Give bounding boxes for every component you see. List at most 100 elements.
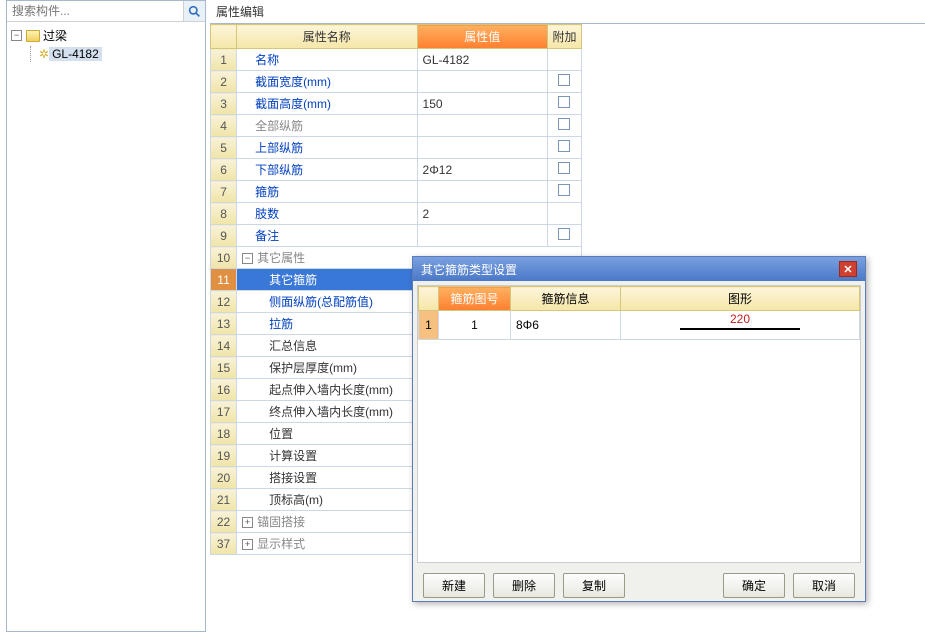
property-name-cell[interactable]: 截面宽度(mm) <box>237 71 417 93</box>
rownum-cell: 1 <box>211 49 237 71</box>
property-row[interactable]: 4全部纵筋 <box>211 115 582 137</box>
property-name-cell[interactable]: 位置 <box>237 423 417 445</box>
collapse-icon[interactable]: − <box>242 253 253 264</box>
property-extra-cell[interactable] <box>547 93 581 115</box>
property-name-label: 上部纵筋 <box>255 141 303 155</box>
property-name-cell[interactable]: 备注 <box>237 225 417 247</box>
gear-icon: ✲ <box>39 47 49 61</box>
property-row[interactable]: 7箍筋 <box>211 181 582 203</box>
property-extra-cell[interactable] <box>547 181 581 203</box>
stirrup-shape[interactable]: 220 <box>621 311 860 340</box>
cancel-button[interactable]: 取消 <box>793 573 855 598</box>
checkbox[interactable] <box>558 118 570 130</box>
expand-icon[interactable]: + <box>242 539 253 550</box>
property-extra-cell[interactable] <box>547 225 581 247</box>
property-row[interactable]: 9备注 <box>211 225 582 247</box>
checkbox[interactable] <box>558 162 570 174</box>
property-name-cell[interactable]: 肢数 <box>237 203 417 225</box>
property-extra-cell[interactable] <box>547 115 581 137</box>
property-name-cell[interactable]: 拉筋 <box>237 313 417 335</box>
property-value-cell[interactable]: 2Φ12 <box>417 159 547 181</box>
property-name-label: 终点伸入墙内长度(mm) <box>269 405 393 419</box>
property-name-cell[interactable]: 名称 <box>237 49 417 71</box>
property-row[interactable]: 1 名称 GL-4182 <box>211 49 582 71</box>
property-value-cell[interactable] <box>417 181 547 203</box>
property-extra-cell[interactable] <box>547 159 581 181</box>
property-value-cell[interactable]: GL-4182 <box>417 49 547 71</box>
property-name-cell[interactable]: 保护层厚度(mm) <box>237 357 417 379</box>
collapse-icon[interactable]: − <box>11 30 22 41</box>
checkbox[interactable] <box>558 74 570 86</box>
property-name-label: 截面宽度(mm) <box>255 75 331 89</box>
property-name-cell[interactable]: 侧面纵筋(总配筋值) <box>237 291 417 313</box>
property-value-cell[interactable]: 2 <box>417 203 547 225</box>
close-icon[interactable]: ✕ <box>839 261 857 277</box>
property-row[interactable]: 8肢数2 <box>211 203 582 225</box>
property-row[interactable]: 3截面高度(mm)150 <box>211 93 582 115</box>
property-row[interactable]: 6下部纵筋2Φ12 <box>211 159 582 181</box>
rownum-cell: 19 <box>211 445 237 467</box>
tree-root[interactable]: − 过梁 <box>11 26 201 45</box>
property-name-label: 截面高度(mm) <box>255 97 331 111</box>
shape-label: 220 <box>626 312 854 326</box>
property-row[interactable]: 5上部纵筋 <box>211 137 582 159</box>
checkbox[interactable] <box>558 96 570 108</box>
new-button[interactable]: 新建 <box>423 573 485 598</box>
property-extra-cell[interactable] <box>547 71 581 93</box>
property-value-cell[interactable] <box>417 137 547 159</box>
dialog-titlebar[interactable]: 其它箍筋类型设置 ✕ <box>413 257 865 281</box>
property-name-cell[interactable]: 计算设置 <box>237 445 417 467</box>
property-name-label: 锚固搭接 <box>257 515 305 529</box>
ok-button[interactable]: 确定 <box>723 573 785 598</box>
property-value-cell[interactable] <box>417 71 547 93</box>
checkbox[interactable] <box>558 140 570 152</box>
property-name-cell[interactable]: 顶标高(m) <box>237 489 417 511</box>
property-name-cell[interactable]: 上部纵筋 <box>237 137 417 159</box>
header-name: 属性名称 <box>237 25 417 49</box>
dialog-button-bar: 新建 删除 复制 确定 取消 <box>413 567 865 604</box>
header-rownum <box>211 25 237 49</box>
property-name-label: 名称 <box>255 53 279 67</box>
property-name-cell[interactable]: 起点伸入墙内长度(mm) <box>237 379 417 401</box>
property-extra-cell[interactable] <box>547 203 581 225</box>
dialog-header-num[interactable]: 箍筋图号 <box>439 287 511 311</box>
checkbox[interactable] <box>558 184 570 196</box>
search-input[interactable] <box>7 1 183 21</box>
stirrup-table: 箍筋图号 箍筋信息 图形 1 1 8Φ6 220 <box>418 286 860 340</box>
property-value-cell[interactable]: 150 <box>417 93 547 115</box>
property-name-label: 起点伸入墙内长度(mm) <box>269 383 393 397</box>
property-name-cell[interactable]: 全部纵筋 <box>237 115 417 137</box>
property-row[interactable]: 2 截面宽度(mm) <box>211 71 582 93</box>
property-name-cell[interactable]: 搭接设置 <box>237 467 417 489</box>
checkbox[interactable] <box>558 228 570 240</box>
property-name-cell[interactable]: 汇总信息 <box>237 335 417 357</box>
dialog-header-info[interactable]: 箍筋信息 <box>511 287 621 311</box>
folder-icon <box>26 30 40 42</box>
tree-item[interactable]: ✲ GL-4182 <box>11 45 201 63</box>
stirrup-row[interactable]: 1 1 8Φ6 220 <box>419 311 860 340</box>
property-value-cell[interactable] <box>417 115 547 137</box>
dialog-header-shape[interactable]: 图形 <box>621 287 860 311</box>
stirrup-info[interactable]: 8Φ6 <box>511 311 621 340</box>
rownum-cell: 8 <box>211 203 237 225</box>
copy-button[interactable]: 复制 <box>563 573 625 598</box>
property-extra-cell[interactable] <box>547 137 581 159</box>
shape-line-icon <box>680 328 800 330</box>
rownum-cell: 7 <box>211 181 237 203</box>
dialog-header-rn <box>419 287 439 311</box>
property-extra-cell[interactable] <box>547 49 581 71</box>
property-name-cell[interactable]: 截面高度(mm) <box>237 93 417 115</box>
search-button[interactable] <box>183 1 205 21</box>
rownum-cell: 2 <box>211 71 237 93</box>
rownum-cell: 11 <box>211 269 237 291</box>
property-name-cell[interactable]: 下部纵筋 <box>237 159 417 181</box>
property-name-label: 搭接设置 <box>269 471 317 485</box>
delete-button[interactable]: 删除 <box>493 573 555 598</box>
stirrup-num[interactable]: 1 <box>439 311 511 340</box>
property-name-cell[interactable]: 终点伸入墙内长度(mm) <box>237 401 417 423</box>
property-name-cell[interactable]: 箍筋 <box>237 181 417 203</box>
expand-icon[interactable]: + <box>242 517 253 528</box>
property-value-cell[interactable] <box>417 225 547 247</box>
property-name-cell[interactable]: 其它箍筋 <box>237 269 417 291</box>
rownum-cell: 10 <box>211 247 237 269</box>
